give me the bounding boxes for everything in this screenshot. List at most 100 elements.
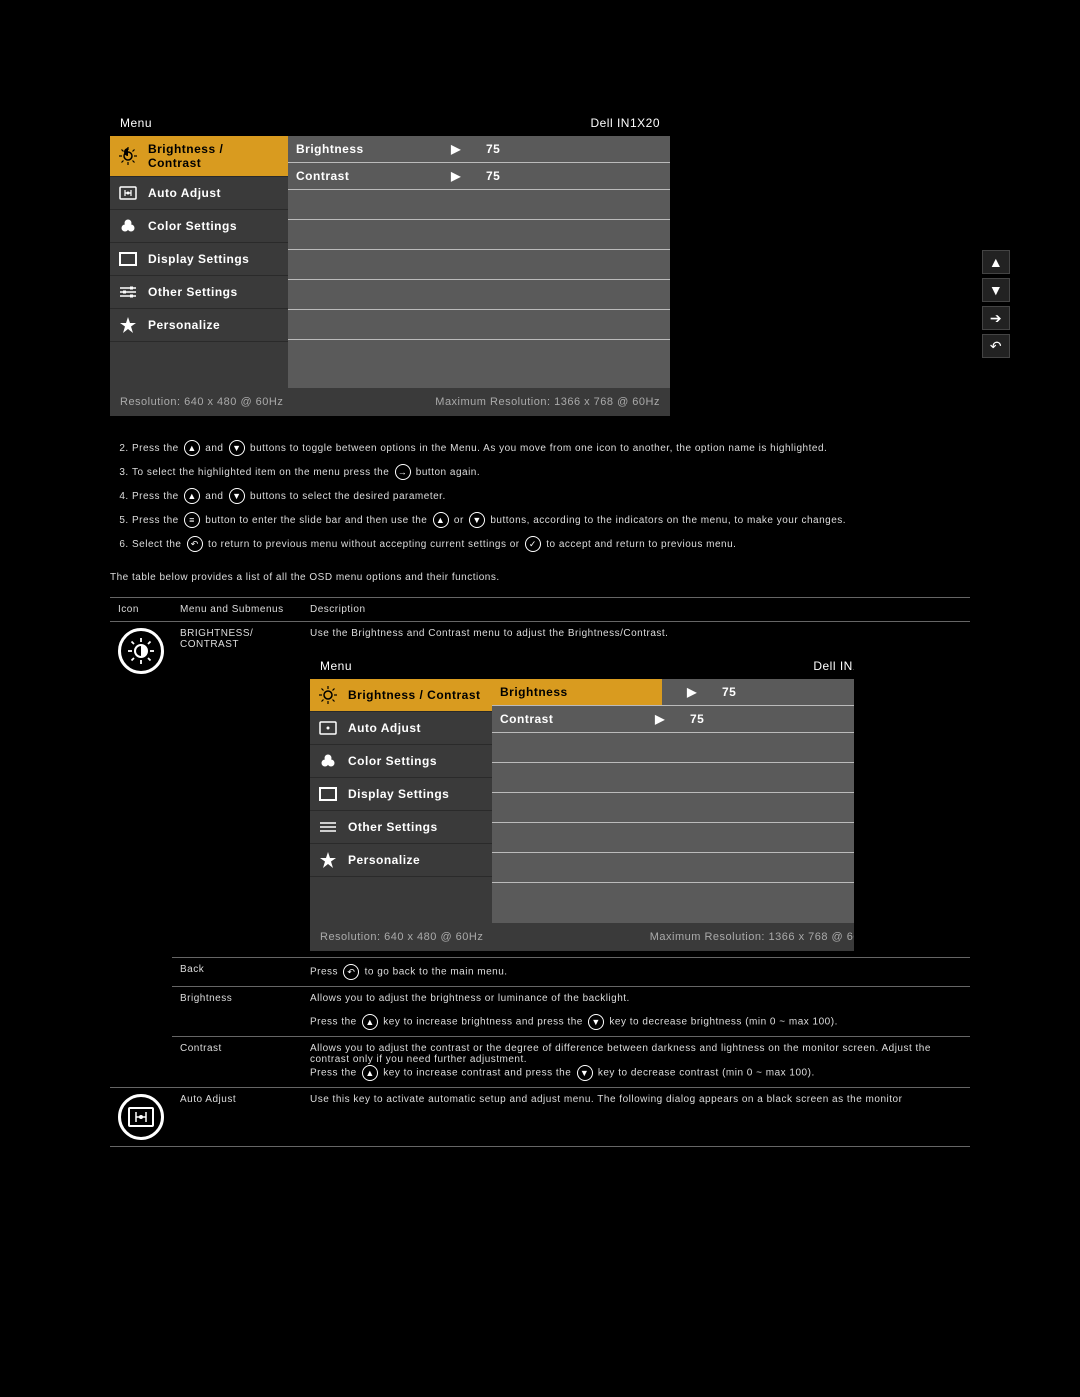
nav-down-button[interactable]: ▼ [982,278,1010,302]
display-icon [318,784,338,804]
empty-row [288,190,670,220]
table-intro: The table below provides a list of all t… [110,572,970,583]
menu-name: Contrast [172,1037,302,1088]
check-icon: ✓ [525,536,541,552]
col-menu: Menu and Submenus [172,598,302,622]
resolution-text: Resolution: 640 x 480 @ 60Hz [120,396,283,408]
param-row-contrast[interactable]: Contrast ▶ 75 [492,706,854,733]
down-icon: ▼ [469,512,485,528]
other-icon [318,817,338,837]
brightness-icon [118,628,164,674]
osd-main: Brightness ▶ 75 Contrast ▶ 75 [288,136,670,388]
col-desc: Description [302,598,970,622]
down-icon: ▼ [229,440,245,456]
menu-name: Brightness [172,987,302,1037]
empty-row [288,250,670,280]
sidebar-label: Display Settings [148,252,249,266]
icon-cell-autoadjust [110,1088,172,1147]
instructions-list: Press the ▲ and ▼ buttons to toggle betw… [132,440,970,554]
menu-icon: ≡ [184,512,200,528]
menu-name: Back [172,958,302,987]
sidebar-item-personalize[interactable]: Personalize [110,309,288,342]
sidebar-item-display[interactable]: Display Settings [110,243,288,276]
osd-sidebar: Brightness / Contrast Auto Adjust Color … [110,136,288,388]
autoadjust-icon [118,1094,164,1140]
osd-menu-2: Menu Dell IN1 Brightness / Contrast [310,653,854,951]
down-icon: ▼ [588,1014,604,1030]
osd-nav-buttons: ▲ ▼ ➔ ↶ [982,250,1010,358]
sidebar-label: Color Settings [148,219,237,233]
color-icon [118,216,138,236]
osd-header: Menu Dell IN1X20 [110,110,670,136]
back-icon: ↶ [187,536,203,552]
up-icon: ▲ [184,488,200,504]
arrow-right-icon: ▶ [672,685,712,699]
osd-model: Dell IN1X20 [590,116,660,130]
up-icon: ▲ [184,440,200,456]
nav-back-button[interactable]: ↶ [982,334,1010,358]
brightness-icon [118,146,138,166]
back-icon: ↶ [343,964,359,980]
sidebar-item-autoadjust[interactable]: Auto Adjust [110,177,288,210]
osd-footer: Resolution: 640 x 480 @ 60Hz Maximum Res… [110,388,670,416]
menu-name: BRIGHTNESS/ CONTRAST [172,622,302,958]
sidebar-item-autoadjust[interactable]: Auto Adjust [310,712,492,745]
max-resolution-text: Maximum Resolution: 1366 x 768 @ 60Hz [435,396,660,408]
nav-enter-button[interactable]: ➔ [982,306,1010,330]
up-icon: ▲ [362,1065,378,1081]
instruction-item: To select the highlighted item on the me… [132,464,970,482]
sidebar-item-brightness[interactable]: Brightness / Contrast [310,679,492,712]
sidebar-item-other[interactable]: Other Settings [310,811,492,844]
param-row-brightness[interactable]: Brightness ▶ 75 [492,679,854,706]
icon-cell-brightness [110,622,172,1088]
menu-desc: Allows you to adjust the brightness or l… [302,987,970,1037]
star-icon [118,315,138,335]
up-icon: ▲ [362,1014,378,1030]
color-icon [318,751,338,771]
instruction-item: Press the ▲ and ▼ buttons to select the … [132,488,970,506]
sidebar-item-brightness[interactable]: Brightness / Contrast [110,136,288,177]
osd-menu-1: Menu Dell IN1X20 Brightness / Contrast A… [110,110,970,416]
menu-name: Auto Adjust [172,1088,302,1147]
instruction-item: Select the ↶ to return to previous menu … [132,536,970,554]
brightness-icon [318,685,338,705]
sidebar-label: Other Settings [148,285,238,299]
nav-up-button[interactable]: ▲ [982,250,1010,274]
menu-desc: Use the Brightness and Contrast menu to … [302,622,970,958]
up-icon: ▲ [433,512,449,528]
sidebar-item-other[interactable]: Other Settings [110,276,288,309]
sidebar-item-color[interactable]: Color Settings [310,745,492,778]
osd-title: Menu [320,659,352,673]
down-icon: ▼ [577,1065,593,1081]
arrow-right-icon: ▶ [640,712,680,726]
sidebar-item-color[interactable]: Color Settings [110,210,288,243]
down-icon: ▼ [229,488,245,504]
display-icon [118,249,138,269]
osd-title: Menu [120,116,152,130]
other-icon [118,282,138,302]
autoadjust-icon [118,183,138,203]
instruction-item: Press the ▲ and ▼ buttons to toggle betw… [132,440,970,458]
arrow-right-icon: ▶ [436,142,476,156]
instruction-item: Press the ≡ button to enter the slide ba… [132,512,970,530]
star-icon [318,850,338,870]
param-row-contrast[interactable]: Contrast ▶ 75 [288,163,670,190]
sidebar-label: Auto Adjust [148,186,221,200]
menu-desc: Allows you to adjust the contrast or the… [302,1037,970,1088]
sidebar-label: Brightness / Contrast [148,142,280,170]
sidebar-label: Personalize [148,318,220,332]
param-row-brightness[interactable]: Brightness ▶ 75 [288,136,670,163]
menu-desc: Use this key to activate automatic setup… [302,1088,970,1147]
osd-functions-table: Icon Menu and Submenus Description BRIGH… [110,597,970,1147]
sidebar-item-display[interactable]: Display Settings [310,778,492,811]
empty-row [288,310,670,340]
right-icon: → [395,464,411,480]
col-icon: Icon [110,598,172,622]
sidebar-item-personalize[interactable]: Personalize [310,844,492,877]
autoadjust-icon [318,718,338,738]
menu-desc: Press ↶ to go back to the main menu. [302,958,970,987]
empty-row [288,220,670,250]
empty-row [288,280,670,310]
empty-row [288,340,670,370]
osd-model: Dell IN1 [813,659,854,673]
